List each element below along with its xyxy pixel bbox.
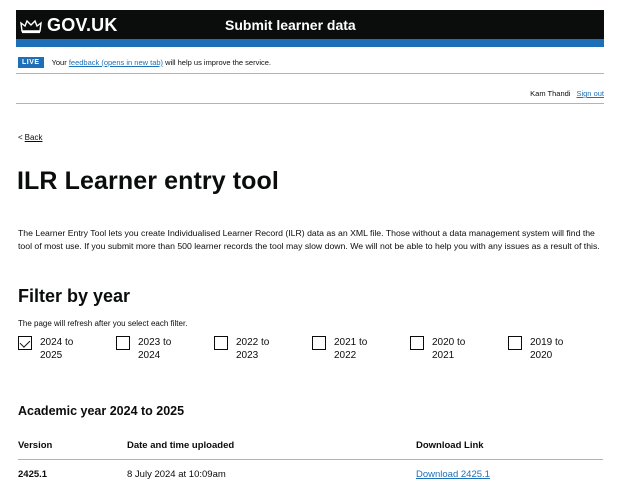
- chevron-left-icon: <: [18, 133, 23, 142]
- page-title: ILR Learner entry tool: [17, 167, 279, 195]
- back-link-container: < Back: [18, 133, 42, 142]
- filter-title: Filter by year: [18, 286, 131, 306]
- uploads-table: Version Date and time uploaded Download …: [18, 432, 603, 482]
- checkbox-unchecked-icon[interactable]: [508, 336, 522, 350]
- checkbox-label[interactable]: 2019 to 2020: [530, 336, 578, 362]
- table-row: 2425.1 8 July 2024 at 10:09am Download 2…: [18, 460, 603, 482]
- checkbox-label[interactable]: 2022 to 2023: [236, 336, 284, 362]
- header-stripe: [16, 39, 604, 47]
- download-link[interactable]: Download 2425.1: [416, 469, 490, 480]
- cell-uploaded: 8 July 2024 at 10:09am: [127, 469, 226, 480]
- phase-tag: LIVE: [18, 57, 44, 68]
- account-bar: Kam Thandi Sign out: [530, 89, 604, 98]
- column-header-version: Version: [18, 440, 53, 451]
- service-name[interactable]: Submit learner data: [225, 17, 356, 33]
- phase-banner: LIVE Your feedback (opens in new tab) wi…: [16, 52, 604, 74]
- checkbox-unchecked-icon[interactable]: [214, 336, 228, 350]
- checkbox-checked-icon[interactable]: [18, 336, 32, 350]
- checkbox-2022-2023[interactable]: 2022 to 2023: [214, 336, 312, 362]
- checkbox-2021-2022[interactable]: 2021 to 2022: [312, 336, 410, 362]
- column-header-uploaded: Date and time uploaded: [127, 440, 235, 451]
- checkbox-2019-2020[interactable]: 2019 to 2020: [508, 336, 606, 362]
- academic-year-title: Academic year 2024 to 2025: [18, 404, 185, 418]
- checkbox-label[interactable]: 2023 to 2024: [138, 336, 186, 362]
- govuk-logo[interactable]: GOV.UK: [20, 15, 118, 36]
- year-filter-checkboxes: 2024 to 2025 2023 to 2024 2022 to 2023 2…: [18, 336, 608, 362]
- back-link[interactable]: Back: [25, 133, 43, 142]
- checkbox-unchecked-icon[interactable]: [312, 336, 326, 350]
- crown-icon: [20, 19, 42, 33]
- checkbox-label[interactable]: 2020 to 2021: [432, 336, 480, 362]
- account-divider: [16, 103, 604, 104]
- checkbox-2024-2025[interactable]: 2024 to 2025: [18, 336, 116, 362]
- cell-download: Download 2425.1: [416, 469, 603, 480]
- checkbox-unchecked-icon[interactable]: [116, 336, 130, 350]
- checkbox-unchecked-icon[interactable]: [410, 336, 424, 350]
- intro-text: The Learner Entry Tool lets you create I…: [18, 228, 600, 251]
- column-header-download: Download Link: [416, 440, 484, 451]
- sign-out-link[interactable]: Sign out: [576, 89, 604, 98]
- table-header-row: Version Date and time uploaded Download …: [18, 432, 603, 460]
- filter-hint: The page will refresh after you select e…: [18, 319, 188, 328]
- feedback-link[interactable]: feedback (opens in new tab): [69, 58, 163, 67]
- checkbox-label[interactable]: 2021 to 2022: [334, 336, 382, 362]
- checkbox-2023-2024[interactable]: 2023 to 2024: [116, 336, 214, 362]
- govuk-logo-text: GOV.UK: [47, 15, 118, 35]
- user-name: Kam Thandi: [530, 89, 571, 98]
- cell-version: 2425.1: [18, 469, 48, 480]
- checkbox-2020-2021[interactable]: 2020 to 2021: [410, 336, 508, 362]
- checkbox-label[interactable]: 2024 to 2025: [40, 336, 88, 362]
- phase-text: Your feedback (opens in new tab) will he…: [51, 58, 272, 67]
